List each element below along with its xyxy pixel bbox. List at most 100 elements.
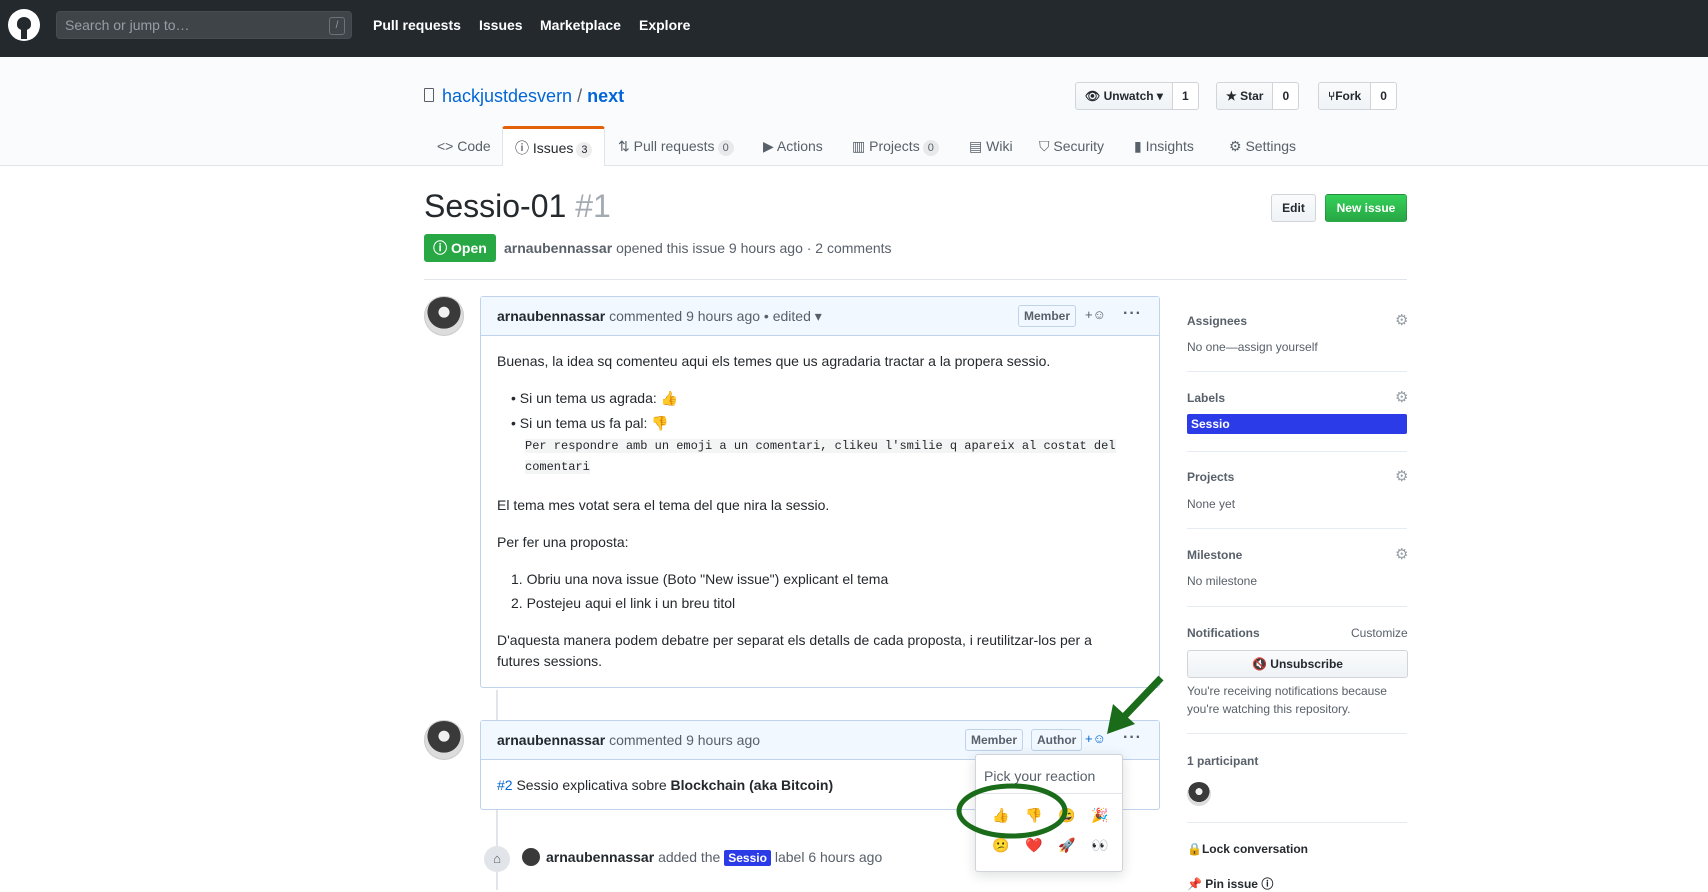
fork-count[interactable]: 0 — [1371, 82, 1397, 110]
slash-shortcut-icon: / — [329, 17, 345, 35]
hooray-reaction-icon[interactable]: 🎉 — [1091, 807, 1108, 824]
code-icon: <> — [437, 138, 458, 154]
tab-insights[interactable]: ▮ Insights — [1134, 138, 1194, 155]
watch-count[interactable]: 1 — [1172, 82, 1199, 110]
assignees-value[interactable]: No one—assign yourself — [1187, 340, 1318, 354]
issue-opened-icon: ⓘ — [433, 240, 452, 256]
comment-meta[interactable]: commented 9 hours ago • edited — [609, 308, 811, 324]
notification-reason: You're receiving notifications because — [1187, 684, 1387, 698]
unsubscribe-button[interactable]: 🔇 Unsubscribe — [1187, 650, 1408, 678]
tab-projects[interactable]: ▥ Projects 0 — [852, 138, 939, 156]
list-item: • Si un tema us agrada: 👍 — [511, 390, 679, 406]
nav-marketplace[interactable]: Marketplace — [540, 17, 621, 33]
bullet-text: Si un tema us agrada: 👍 — [519, 390, 679, 406]
tab-actions[interactable]: ▶ Actions — [763, 138, 823, 155]
comment-author-line: arnaubennassar commented 9 hours ago — [497, 732, 760, 748]
issue-opened-icon: ⓘ — [515, 140, 533, 156]
tab-code[interactable]: <> Code — [437, 138, 491, 154]
unwatch-label: Unwatch — [1103, 89, 1154, 103]
labels-title[interactable]: Labels — [1187, 391, 1225, 405]
nav-issues[interactable]: Issues — [479, 17, 523, 33]
fork-button[interactable]: ⑂Fork — [1318, 82, 1372, 110]
play-icon: ▶ — [763, 138, 777, 154]
projects-title[interactable]: Projects — [1187, 470, 1234, 484]
comment-body: #2 Sessio explicativa sobre Blockchain (… — [497, 777, 833, 793]
customize-link[interactable]: Customize — [1351, 626, 1408, 640]
star-button-group: ★ Star 0 — [1216, 82, 1300, 110]
kebab-menu-icon[interactable]: ··· — [1123, 305, 1142, 323]
tab-security[interactable]: ⛉ Security — [1039, 138, 1104, 155]
event-time: label 6 hours ago — [774, 849, 883, 865]
member-badge: Member — [965, 729, 1024, 751]
avatar[interactable] — [424, 720, 464, 760]
tab-wiki[interactable]: ▤ Wiki — [969, 138, 1013, 155]
status-badge: ⓘ Open — [424, 234, 496, 262]
assignees-title[interactable]: Assignees — [1187, 314, 1247, 328]
sidebar-divider — [1187, 371, 1407, 372]
mute-icon: 🔇 — [1252, 657, 1271, 671]
tab-code-label: Code — [457, 138, 491, 154]
tab-insights-label: Insights — [1145, 138, 1194, 154]
tab-wiki-label: Wiki — [986, 138, 1013, 154]
star-button[interactable]: ★ Star — [1216, 82, 1274, 110]
milestone-gear-icon[interactable]: ⚙ — [1395, 547, 1409, 562]
notifications-title: Notifications — [1187, 626, 1260, 640]
sidebar-divider — [1187, 451, 1407, 452]
sidebar-divider — [1187, 733, 1407, 734]
sidebar-divider — [1187, 606, 1407, 607]
projects-value: None yet — [1187, 497, 1236, 511]
tab-issues[interactable]: ⓘ Issues 3 — [515, 138, 593, 158]
github-logo-icon[interactable] — [8, 9, 40, 41]
list-item: • Si un tema us fa pal: 👎 — [511, 415, 669, 431]
add-reaction-smiley-icon[interactable]: +☺ — [1085, 307, 1106, 322]
new-issue-button[interactable]: New issue — [1325, 194, 1407, 222]
tab-pull-requests-count: 0 — [717, 140, 734, 156]
avatar[interactable] — [424, 296, 464, 336]
comment-paragraph: futures sessions. — [497, 653, 603, 669]
star-count[interactable]: 0 — [1273, 82, 1300, 110]
event-text: added the — [658, 849, 721, 865]
tag-icon: ⌂ — [484, 846, 510, 872]
eyes-reaction-icon[interactable]: 👀 — [1091, 837, 1108, 854]
event-author-link[interactable]: arnaubennassar — [546, 849, 654, 865]
search-placeholder: Search or jump to… — [65, 17, 190, 33]
projects-gear-icon[interactable]: ⚙ — [1395, 469, 1409, 484]
avatar[interactable] — [1187, 782, 1211, 806]
add-reaction-smiley-icon[interactable]: +☺ — [1085, 731, 1106, 746]
comment-paragraph: El tema mes votat sera el tema del que n… — [497, 497, 830, 513]
bullet-text: Si un tema us fa pal: 👎 — [519, 415, 669, 431]
comment-author-link[interactable]: arnaubennassar — [497, 732, 605, 748]
status-label: Open — [451, 240, 487, 256]
comment-bold-text: Blockchain (aka Bitcoin) — [670, 777, 834, 793]
repo-owner-link[interactable]: hackjustdesvern — [442, 86, 572, 106]
labels-gear-icon[interactable]: ⚙ — [1395, 390, 1409, 405]
comment-paragraph: D'aquesta manera podem debatre per separ… — [497, 632, 1092, 648]
comment-author-link[interactable]: arnaubennassar — [497, 308, 605, 324]
watch-button-group: 👁 Unwatch ▾ 1 — [1075, 82, 1199, 110]
pin-issue-link[interactable]: 📌 Pin issue ⓘ — [1187, 875, 1273, 892]
assignees-gear-icon[interactable]: ⚙ — [1395, 313, 1409, 328]
edit-button[interactable]: Edit — [1271, 194, 1316, 222]
annotation-highlight-ellipse — [956, 783, 1068, 839]
issue-link[interactable]: #2 — [497, 777, 513, 793]
sidebar-label-sessio[interactable]: Sessio — [1187, 414, 1407, 434]
lock-conversation-link[interactable]: 🔒Lock conversation — [1187, 842, 1308, 856]
member-badge: Member — [1018, 305, 1077, 327]
milestone-title[interactable]: Milestone — [1187, 548, 1242, 562]
avatar[interactable] — [522, 848, 540, 866]
label-event: arnaubennassar added the Sessio label 6 … — [546, 849, 883, 866]
comment-text: Sessio explicativa sobre — [516, 777, 667, 793]
repo-title: hackjustdesvern / next — [442, 86, 624, 107]
tab-settings[interactable]: ⚙ Settings — [1229, 138, 1296, 155]
nav-explore[interactable]: Explore — [639, 17, 690, 33]
nav-pull-requests[interactable]: Pull requests — [373, 17, 461, 33]
unwatch-button[interactable]: 👁 Unwatch ▾ — [1075, 82, 1173, 110]
repo-name-link[interactable]: next — [587, 86, 624, 106]
comment-meta[interactable]: commented 9 hours ago — [609, 732, 760, 748]
comment-intro: Buenas, la idea sq comenteu aqui els tem… — [497, 353, 1051, 369]
issue-author-link[interactable]: arnaubennassar — [504, 240, 612, 256]
issue-meta: arnaubennassar opened this issue 9 hours… — [504, 240, 892, 256]
tab-pull-requests[interactable]: ⇅ Pull requests 0 — [618, 138, 734, 156]
search-input[interactable]: Search or jump to… / — [56, 11, 352, 39]
sessio-label[interactable]: Sessio — [724, 850, 771, 866]
